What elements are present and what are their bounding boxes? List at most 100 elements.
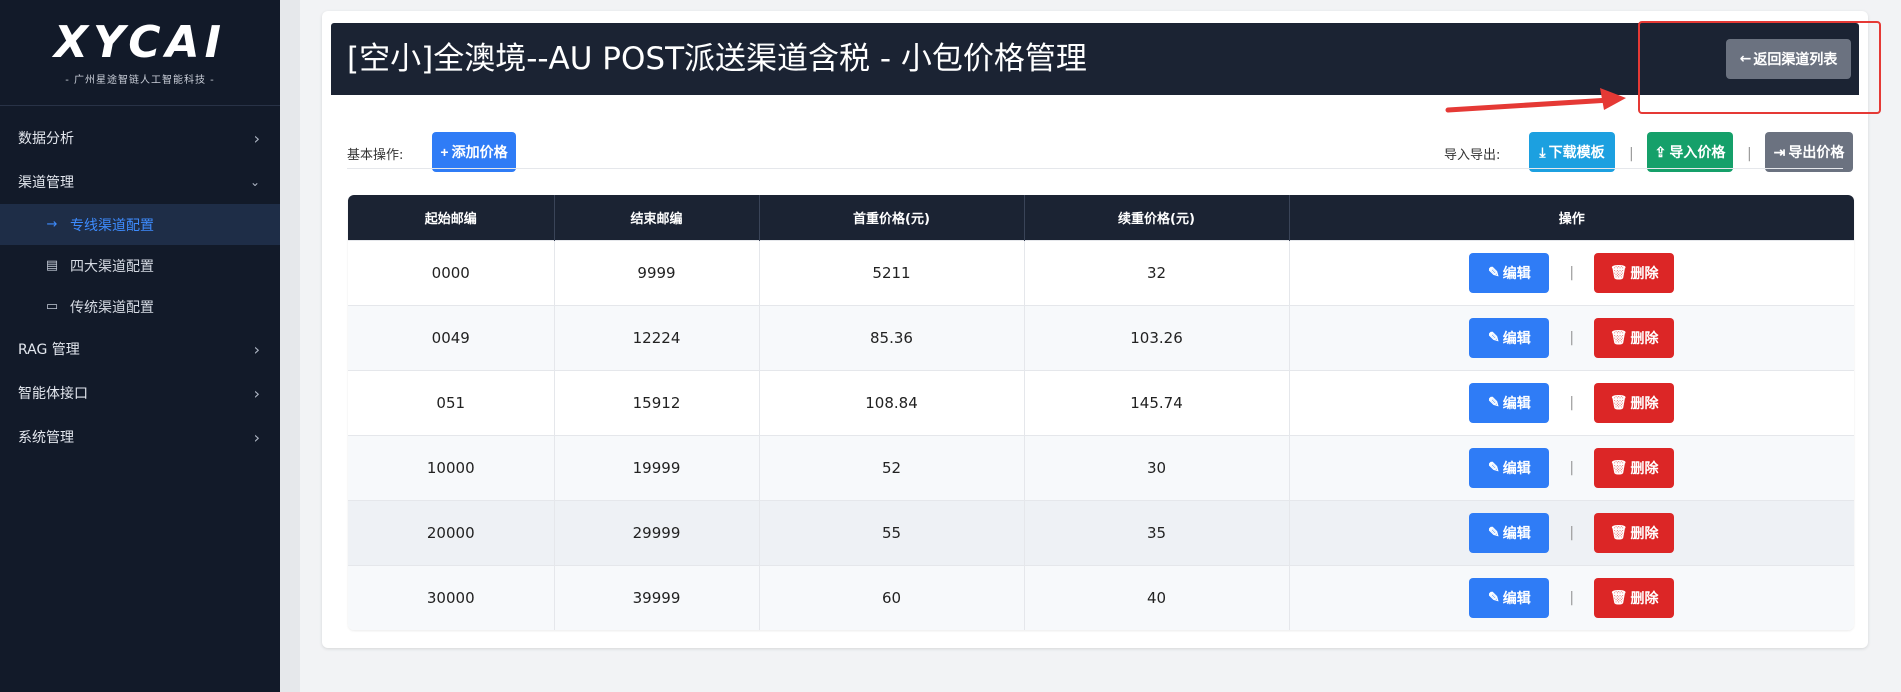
end-zip-cell: 9999 — [554, 239, 760, 305]
column-header-first-weight-price: 首重价格(元) — [759, 195, 1025, 240]
import-price-button[interactable]: ⇪ 导入价格 — [1647, 132, 1733, 172]
logo-subtitle: - 广州星途智链人工智能科技 - — [65, 75, 215, 86]
import-price-label: 导入价格 — [1669, 144, 1726, 160]
end-zip-cell: 29999 — [554, 499, 760, 565]
edit-button[interactable]: ✎ 编辑 — [1469, 447, 1550, 488]
edit-button[interactable]: ✎ 编辑 — [1469, 252, 1550, 293]
delete-label: 删除 — [1630, 329, 1659, 346]
separator: | — [1569, 264, 1575, 281]
sidebar-subitem-label: 传统渠道配置 — [70, 299, 154, 316]
delete-button[interactable]: 🗑 删除 — [1594, 512, 1675, 553]
edit-icon: ✎ — [1488, 329, 1500, 345]
delete-button[interactable]: 🗑 删除 — [1594, 577, 1675, 618]
sidebar-subitem-dedicated-channel[interactable]: → 专线渠道配置 — [0, 204, 280, 245]
first-weight-price-cell: 108.84 — [759, 369, 1025, 435]
actions-cell: ✎ 编辑 | 🗑 删除 — [1289, 499, 1855, 565]
sidebar-item-channel-management[interactable]: 渠道管理 ⌄ — [0, 160, 280, 204]
delete-button[interactable]: 🗑 删除 — [1594, 447, 1675, 488]
start-zip-cell: 051 — [348, 369, 555, 435]
add-price-label: 添加价格 — [451, 144, 508, 160]
sidebar-item-rag[interactable]: RAG 管理 › — [0, 327, 280, 371]
file-export-icon: ⇥ — [1773, 143, 1786, 160]
trash-icon: 🗑 — [1609, 524, 1628, 540]
row-actions: ✎ 编辑 | 🗑 删除 — [1290, 252, 1855, 293]
toolbar-divider — [347, 168, 1843, 169]
sidebar-subitem-big-four-channel[interactable]: ▤ 四大渠道配置 — [0, 245, 280, 286]
sidebar-menu: 数据分析 › 渠道管理 ⌄ → 专线渠道配置 ▤ 四大渠道配置 ▭ 传统渠道配置… — [0, 106, 280, 459]
edit-icon: ✎ — [1488, 589, 1500, 606]
edit-button[interactable]: ✎ 编辑 — [1469, 577, 1550, 618]
edit-label: 编辑 — [1502, 589, 1531, 606]
export-price-label: 导出价格 — [1788, 144, 1845, 160]
plus-icon: + — [440, 144, 449, 160]
sidebar-item-system[interactable]: 系统管理 › — [0, 415, 280, 459]
edit-button[interactable]: ✎ 编辑 — [1469, 512, 1550, 553]
import-export-label: 导入导出: — [1444, 148, 1501, 163]
row-actions: ✎ 编辑 | 🗑 删除 — [1290, 512, 1855, 553]
edit-icon: ✎ — [1488, 524, 1500, 540]
edit-label: 编辑 — [1502, 329, 1531, 346]
arrow-left-icon: ← — [1739, 51, 1752, 67]
start-zip-cell: 30000 — [348, 564, 555, 630]
delete-label: 删除 — [1630, 589, 1659, 606]
start-zip-cell: 20000 — [348, 499, 555, 565]
chevron-right-icon: › — [253, 427, 260, 447]
sidebar-subitem-label: 专线渠道配置 — [70, 217, 154, 234]
sidebar-subitem-traditional-channel[interactable]: ▭ 传统渠道配置 — [0, 286, 280, 327]
price-table: 起始邮编 结束邮编 首重价格(元) 续重价格(元) 操作 0000 9999 521… — [348, 195, 1854, 630]
edit-icon: ✎ — [1488, 394, 1500, 410]
table-row: 051 15912 108.84 145.74 ✎ 编辑 | 🗑 删除 — [348, 369, 1854, 435]
separator: | — [1569, 394, 1575, 411]
card-header: [空小]全澳境--AU POST派送渠道含税 - 小包价格管理 — [331, 23, 1859, 95]
table-row: 0049 12224 85.36 103.26 ✎ 编辑 | 🗑 删除 — [348, 304, 1855, 370]
chevron-right-icon: › — [253, 383, 260, 403]
trash-icon: 🗑 — [1609, 394, 1628, 410]
additional-weight-price-cell: 145.74 — [1024, 369, 1290, 435]
separator: | — [1569, 459, 1575, 476]
sidebar-item-label: 系统管理 — [18, 430, 74, 446]
edit-label: 编辑 — [1502, 394, 1531, 411]
separator: | — [1569, 524, 1575, 541]
sidebar-item-data-analysis[interactable]: 数据分析 › — [0, 116, 280, 160]
row-actions: ✎ 编辑 | 🗑 删除 — [1290, 577, 1855, 618]
add-price-button[interactable]: + 添加价格 — [432, 132, 516, 172]
actions-cell: ✎ 编辑 | 🗑 删除 — [1289, 434, 1854, 500]
table-row: 30000 39999 60 40 ✎ 编辑 | 🗑 删除 — [348, 564, 1855, 630]
chevron-right-icon: › — [253, 128, 260, 148]
actions-cell: ✎ 编辑 | 🗑 删除 — [1289, 564, 1855, 630]
logo-text: XYCAI — [54, 17, 226, 68]
trash-icon: 🗑 — [1609, 589, 1628, 606]
trash-icon: 🗑 — [1609, 264, 1628, 280]
delete-button[interactable]: 🗑 删除 — [1594, 382, 1675, 423]
actions-cell: ✎ 编辑 | 🗑 删除 — [1289, 239, 1855, 305]
row-actions: ✎ 编辑 | 🗑 删除 — [1290, 317, 1855, 358]
edit-button[interactable]: ✎ 编辑 — [1469, 382, 1550, 423]
additional-weight-price-cell: 103.26 — [1024, 304, 1290, 370]
first-weight-price-cell: 60 — [759, 564, 1025, 630]
additional-weight-price-cell: 32 — [1024, 239, 1290, 305]
edit-button[interactable]: ✎ 编辑 — [1469, 317, 1550, 358]
download-template-label: 下载模板 — [1548, 144, 1605, 160]
back-to-channel-list-button[interactable]: ← 返回渠道列表 — [1726, 39, 1851, 79]
export-price-button[interactable]: ⇥ 导出价格 — [1765, 132, 1853, 172]
download-template-button[interactable]: ⤓ 下载模板 — [1529, 132, 1615, 172]
end-zip-cell: 12224 — [554, 304, 760, 370]
start-zip-cell: 0000 — [348, 239, 555, 305]
trash-icon: 🗑 — [1609, 329, 1628, 345]
separator: | — [1629, 146, 1634, 162]
delete-label: 删除 — [1630, 524, 1659, 541]
delete-button[interactable]: 🗑 删除 — [1594, 252, 1675, 293]
column-header-start-zip: 起始邮编 — [348, 195, 555, 240]
actions-cell: ✎ 编辑 | 🗑 删除 — [1289, 369, 1854, 435]
sidebar-item-agent-api[interactable]: 智能体接口 › — [0, 371, 280, 415]
folder-icon: ▭ — [45, 299, 59, 314]
first-weight-price-cell: 5211 — [759, 239, 1025, 305]
first-weight-price-cell: 85.36 — [759, 304, 1025, 370]
table-row: 10000 19999 52 30 ✎ 编辑 | 🗑 删除 — [348, 434, 1854, 500]
file-import-icon: ⇪ — [1654, 143, 1667, 160]
column-header-additional-weight-price: 续重价格(元) — [1024, 195, 1290, 240]
table-row: 0000 9999 5211 32 ✎ 编辑 | 🗑 删除 — [348, 239, 1855, 305]
delete-button[interactable]: 🗑 删除 — [1594, 317, 1675, 358]
column-header-end-zip: 结束邮编 — [554, 195, 760, 240]
edit-label: 编辑 — [1502, 524, 1531, 541]
